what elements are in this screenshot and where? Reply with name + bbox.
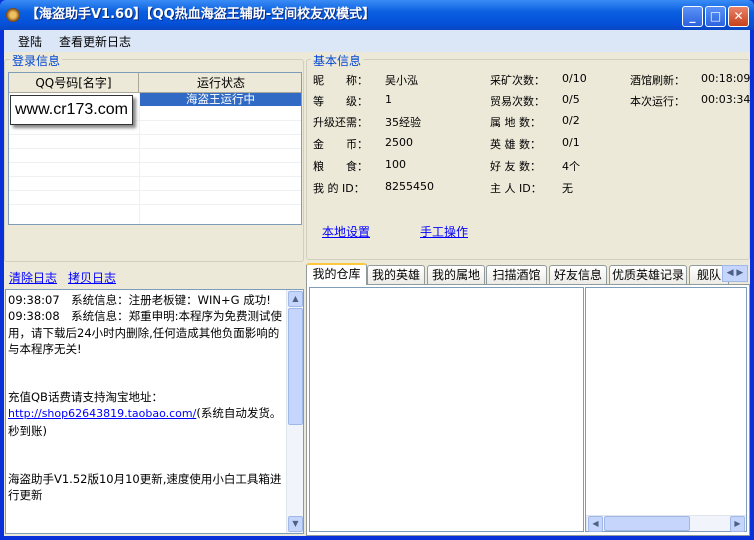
info-value: 0/10	[562, 72, 587, 85]
scroll-right-button[interactable]: ▶	[730, 516, 745, 532]
info-value: 无	[562, 182, 573, 195]
info-label: 贸易次数：	[490, 95, 545, 108]
column-header-qq[interactable]: QQ号码[名字]	[9, 73, 139, 93]
info-value: 8255450	[385, 180, 434, 193]
tab-panel-warehouse: ◀ ▶	[306, 284, 750, 536]
info-value: 0/5	[562, 93, 580, 106]
tab-scroll-arrows[interactable]: ◀ ▶	[722, 265, 748, 282]
log-line: 09:38:08 系统信息：郑重申明:本程序为免费测试使用，请下载后24小时内删…	[8, 309, 283, 356]
info-label: 本次运行：	[630, 95, 685, 108]
info-label: 属 地 数：	[490, 116, 541, 129]
info-value: 100	[385, 158, 406, 171]
tab-4[interactable]: 好友信息	[549, 265, 607, 284]
info-label: 等 级：	[313, 95, 368, 108]
minimize-button[interactable]: _	[682, 6, 703, 27]
hscroll-thumb[interactable]	[604, 516, 690, 531]
info-value: 35经验	[385, 116, 421, 129]
info-label: 昵 称：	[313, 74, 368, 87]
info-label: 粮 食：	[313, 160, 368, 173]
login-legend: 登录信息	[10, 52, 63, 69]
info-value: 0/2	[562, 114, 580, 127]
scroll-left-button[interactable]: ◀	[588, 516, 603, 532]
window-title: 【海盗助手V1.60】【QQ热血海盗王辅助-空间校友双模式】	[26, 7, 376, 22]
local-settings-link[interactable]: 本地设置	[322, 223, 370, 240]
client-area: 登陆 查看更新日志 登录信息 QQ号码[名字] 运行状态 海盗王运行中 www.…	[4, 30, 750, 536]
maximize-button[interactable]: □	[705, 6, 726, 27]
info-value: 00:18:09	[701, 72, 751, 85]
log-line: 09:38:07 系统信息：注册老板键：WIN+G 成功!	[8, 293, 271, 307]
warehouse-list-right[interactable]: ◀ ▶	[585, 287, 747, 532]
info-label: 主 人 ID：	[490, 182, 542, 195]
menu-changelog[interactable]: 查看更新日志	[59, 33, 131, 50]
manual-operation-link[interactable]: 手工操作	[420, 223, 468, 240]
info-value: 00:03:34	[701, 93, 751, 106]
tab-control: 我的仓库 我的英雄 我的属地 扫描酒馆 好友信息 优质英雄记录 舰队 ◀ ▶ ◀ ▶	[306, 260, 750, 536]
info-label: 英 雄 数：	[490, 138, 541, 151]
log-scrollbar[interactable]: ▲ ▼	[286, 290, 303, 533]
info-value: 2500	[385, 136, 413, 149]
info-label: 我 的 ID：	[313, 182, 365, 195]
tab-3[interactable]: 扫描酒馆	[486, 265, 547, 284]
scroll-up-button[interactable]: ▲	[288, 291, 303, 307]
copy-log-link[interactable]: 拷贝日志	[68, 269, 116, 286]
info-value: 0/1	[562, 136, 580, 149]
tab-2[interactable]: 我的属地	[427, 265, 485, 284]
basic-info-legend: 基本信息	[311, 52, 364, 69]
close-button[interactable]: ✕	[728, 6, 749, 27]
tab-5[interactable]: 优质英雄记录	[609, 265, 687, 284]
horizontal-scrollbar[interactable]: ◀ ▶	[586, 515, 746, 532]
log-textbox[interactable]: 09:38:07 系统信息：注册老板键：WIN+G 成功! 09:38:08 系…	[5, 289, 304, 534]
info-label: 金 币：	[313, 138, 368, 151]
taobao-link[interactable]: http://shop62643819.taobao.com/	[8, 407, 196, 420]
app-icon	[6, 8, 20, 22]
tab-1[interactable]: 我的英雄	[367, 265, 425, 284]
info-label: 采矿次数：	[490, 74, 545, 87]
account-status-cell[interactable]: 海盗王运行中	[139, 93, 301, 106]
info-label: 升级还需：	[313, 116, 368, 129]
watermark: www.cr173.com	[10, 95, 133, 125]
title-bar: 【海盗助手V1.60】【QQ热血海盗王辅助-空间校友双模式】 _ □ ✕	[0, 0, 754, 30]
menu-login[interactable]: 登陆	[18, 33, 42, 50]
info-value: 1	[385, 93, 392, 106]
scroll-thumb[interactable]	[288, 308, 303, 425]
info-value: 4个	[562, 160, 580, 173]
info-value: 吴小泓	[385, 74, 418, 87]
info-label: 酒馆刷新：	[630, 74, 685, 87]
scroll-down-button[interactable]: ▼	[288, 516, 303, 532]
info-label: 好 友 数：	[490, 160, 541, 173]
column-header-status[interactable]: 运行状态	[139, 73, 301, 93]
clear-log-link[interactable]: 清除日志	[9, 269, 57, 286]
menu-bar: 登陆 查看更新日志	[4, 30, 750, 52]
warehouse-list-left[interactable]	[309, 287, 584, 532]
log-line: 海盗助手V1.52版10月10更新,速度使用小白工具箱进行更新	[8, 472, 282, 503]
log-line: 充值QB话费请支持淘宝地址：	[8, 390, 163, 405]
tab-0[interactable]: 我的仓库	[306, 263, 367, 285]
